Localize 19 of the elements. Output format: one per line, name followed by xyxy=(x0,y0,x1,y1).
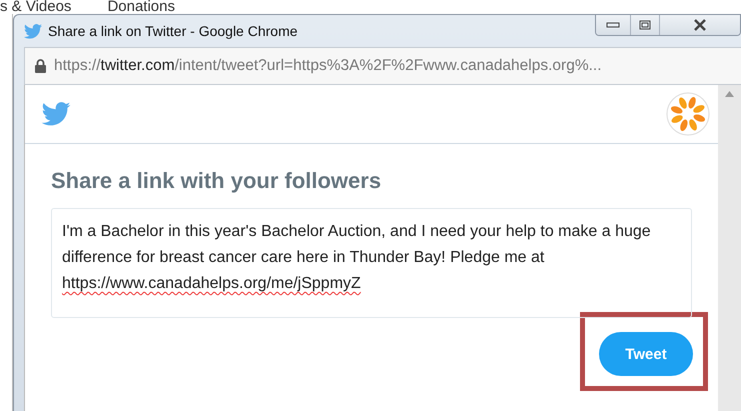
url-text: https://twitter.com/intent/tweet?url=https%3A%2F%2Fwww.canadahelps.org%... xyxy=(54,57,602,75)
maximize-button[interactable] xyxy=(630,15,659,35)
nav-link[interactable]: Donations xyxy=(107,0,175,14)
minimize-icon xyxy=(606,22,620,28)
close-icon xyxy=(693,19,707,31)
heading: Share a link with your followers xyxy=(51,168,382,194)
bird-icon xyxy=(24,24,42,38)
minimize-button[interactable] xyxy=(596,15,630,35)
address-bar[interactable]: https://twitter.com/intent/tweet?url=https%3A%2F%2Fwww.canadahelps.org%... xyxy=(24,47,741,85)
nav-link[interactable]: s & Videos xyxy=(0,0,72,14)
donation-link[interactable]: https://www.canadahelps.org/me/jSppmyZ xyxy=(62,275,361,292)
lock-icon xyxy=(35,59,46,73)
maximize-icon xyxy=(639,20,651,30)
window-title: Share a link on Twitter - Google Chrome xyxy=(48,23,298,39)
bird-icon xyxy=(41,102,71,126)
tweet-text-field[interactable]: I'm a Bachelor in this year's Bachelor Auction, and I need your help to make a huge difference for breast cancer care here in Thunder Bay! Pledge me at https://www.canadahelps.org/me/jSppmyZ xyxy=(51,208,692,318)
scroll-up-icon xyxy=(725,91,734,97)
logo-icon xyxy=(666,92,710,136)
close-button[interactable] xyxy=(659,15,740,35)
